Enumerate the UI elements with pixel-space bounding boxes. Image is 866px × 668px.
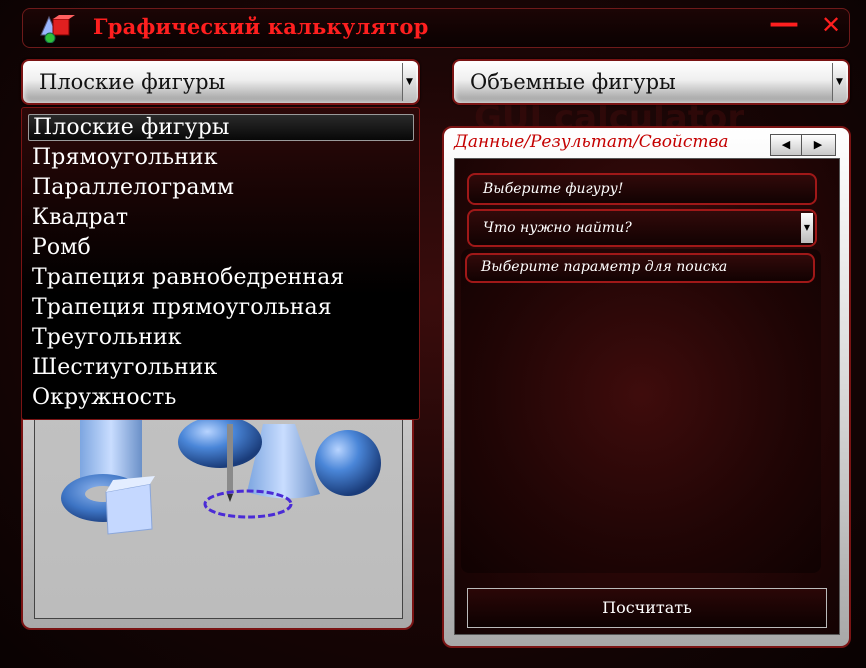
chevron-right-icon[interactable]: ▶ — [803, 135, 833, 155]
flat-shapes-combobox[interactable]: Плоские фигуры ▼ — [21, 59, 420, 105]
close-button[interactable]: ✕ — [821, 11, 841, 39]
dropdown-option[interactable]: Параллелограмм — [32, 175, 234, 200]
dropdown-option[interactable]: Квадрат — [32, 205, 128, 230]
flat-shapes-combobox-value: Плоские фигуры — [39, 70, 226, 94]
solid-shapes-combobox-value: Объемные фигуры — [470, 70, 676, 94]
flat-shapes-dropdown-list: Плоские фигуры Прямоугольник Параллелогр… — [21, 107, 420, 420]
solid-shapes-combobox[interactable]: Объемные фигуры ▼ — [452, 59, 850, 105]
parameter-field-text: Выберите параметр для поиска — [481, 259, 728, 275]
chevron-down-icon[interactable]: ▼ — [402, 63, 416, 101]
find-select[interactable]: Что нужно найти? ▼ — [467, 209, 817, 247]
dropdown-option[interactable]: Плоские фигуры — [28, 114, 414, 141]
dropdown-option[interactable]: Шестиугольник — [32, 355, 217, 380]
dropdown-option[interactable]: Трапеция прямоугольная — [32, 295, 332, 320]
app-window: Графический калькулятор — ✕ GUI calculat… — [0, 0, 866, 668]
chevron-down-icon[interactable]: ▼ — [801, 213, 813, 243]
dropdown-option[interactable]: Прямоугольник — [32, 145, 218, 170]
data-panel: Данные/Результат/Свойства ◀ ▶ Выберите ф… — [442, 126, 851, 648]
shapes-icon — [37, 13, 75, 44]
window-title: Графический калькулятор — [93, 14, 429, 39]
figure-field[interactable]: Выберите фигуру! — [467, 173, 817, 205]
parameter-area: Выберите параметр для поиска — [461, 249, 821, 573]
chevron-left-icon[interactable]: ◀ — [771, 135, 802, 155]
dropdown-option[interactable]: Трапеция равнобедренная — [32, 265, 344, 290]
chevron-down-icon[interactable]: ▼ — [832, 63, 846, 101]
dropdown-option[interactable]: Треугольник — [32, 325, 182, 350]
tab-navigation: ◀ ▶ — [770, 134, 836, 156]
figure-field-text: Выберите фигуру! — [483, 181, 624, 197]
find-select-value: Что нужно найти? — [483, 220, 632, 236]
parameter-field[interactable]: Выберите параметр для поиска — [465, 253, 815, 283]
tab-data-result-properties[interactable]: Данные/Результат/Свойства — [454, 132, 729, 152]
tab-content: Выберите фигуру! Что нужно найти? ▼ Выбе… — [454, 158, 840, 635]
calculate-button[interactable]: Посчитать — [467, 588, 827, 628]
title-bar: Графический калькулятор — ✕ — [22, 6, 850, 48]
dropdown-option[interactable]: Ромб — [32, 235, 91, 260]
minimize-button[interactable]: — — [769, 6, 799, 41]
dropdown-option[interactable]: Окружность — [32, 385, 176, 410]
